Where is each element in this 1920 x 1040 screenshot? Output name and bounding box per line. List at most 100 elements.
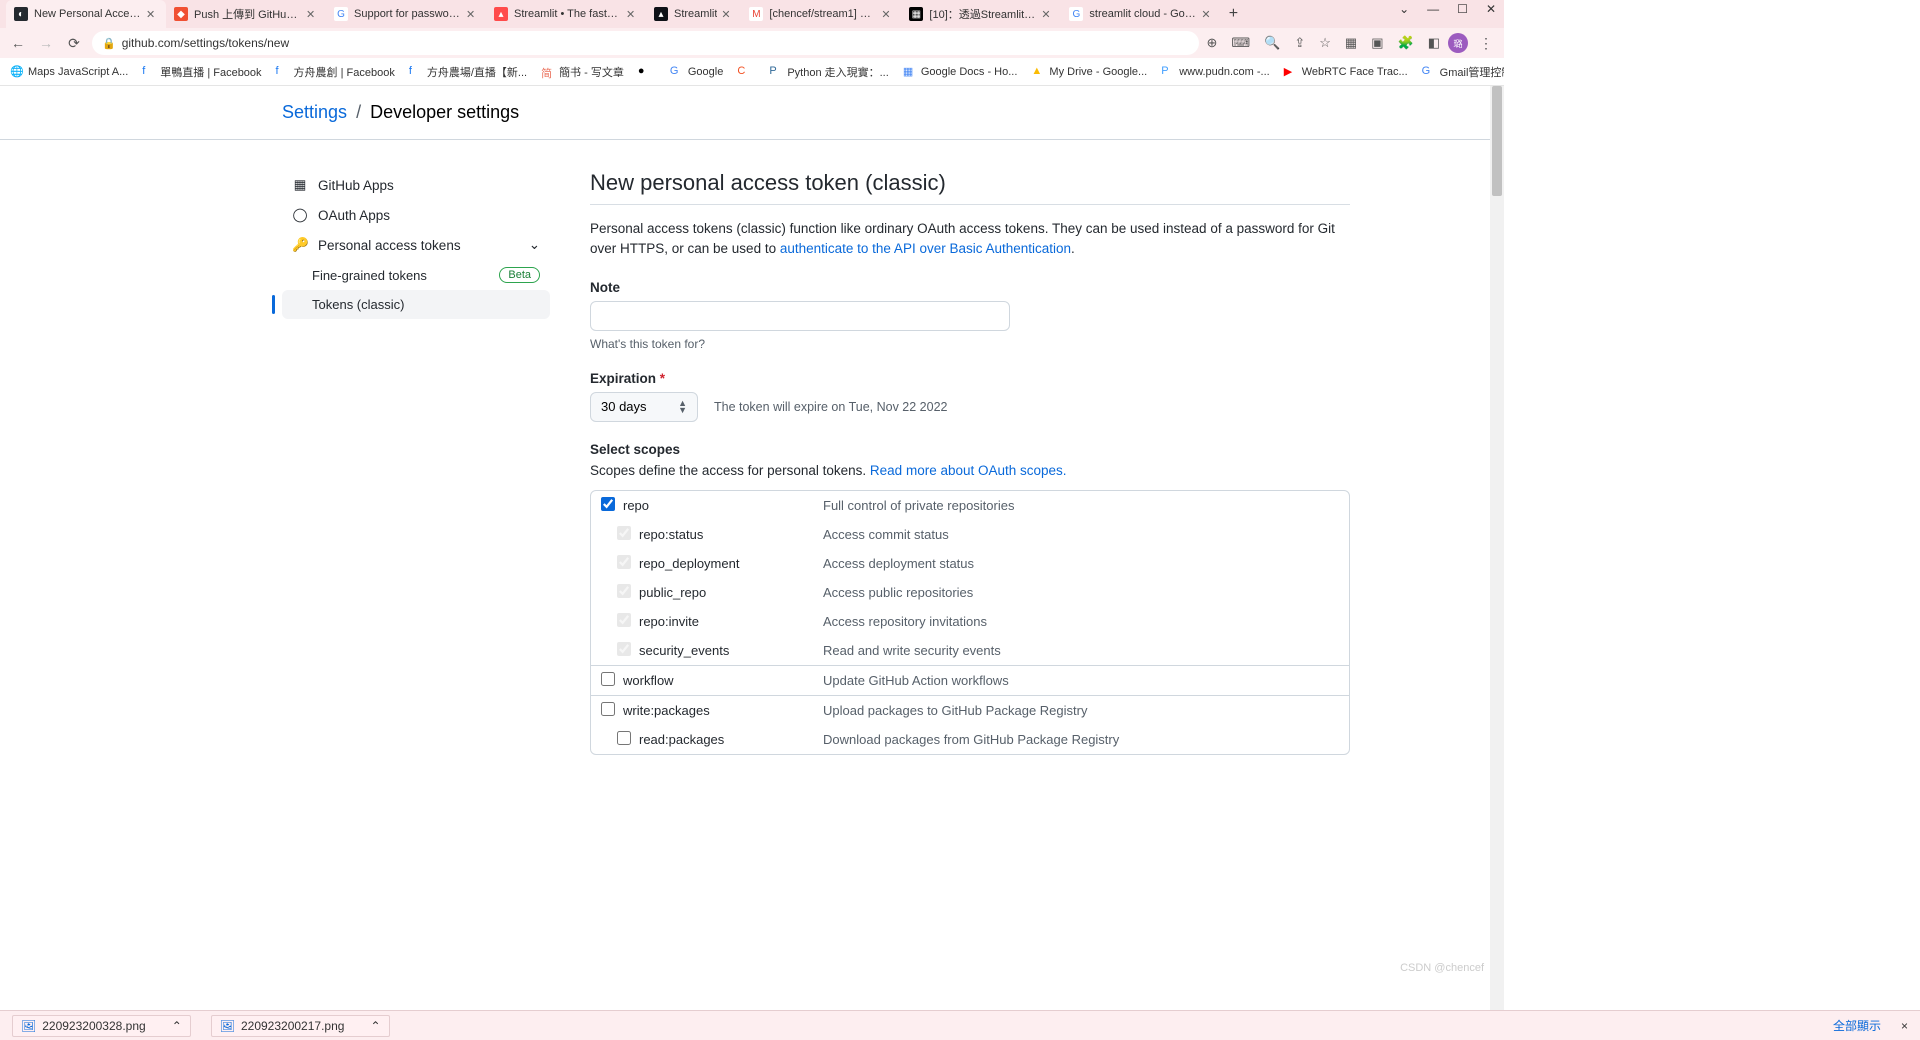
tab-close-icon[interactable]: ✕: [626, 8, 638, 20]
bookmark-item[interactable]: PPython 走入現實：...: [769, 64, 888, 80]
tab-close-icon[interactable]: ✕: [1041, 8, 1053, 20]
scope-name[interactable]: write:packages: [623, 703, 823, 718]
close-download-bar[interactable]: ×: [1901, 1019, 1908, 1033]
window-dropdown-icon[interactable]: ⌄: [1399, 2, 1409, 16]
scope-checkbox[interactable]: [617, 584, 631, 598]
bookmark-item[interactable]: C: [737, 65, 755, 79]
scope-name[interactable]: workflow: [623, 673, 823, 688]
scope-name[interactable]: repo:status: [639, 527, 823, 542]
scopes-link[interactable]: Read more about OAuth scopes.: [870, 463, 1067, 478]
close-window-icon[interactable]: ✕: [1486, 2, 1496, 16]
tab-close-icon[interactable]: ✕: [466, 8, 478, 20]
sidebar-item[interactable]: ▦GitHub Apps: [282, 170, 550, 200]
bookmark-item[interactable]: GGoogle: [670, 65, 723, 79]
maximize-icon[interactable]: ☐: [1457, 2, 1468, 16]
tab-close-icon[interactable]: ✕: [1201, 8, 1213, 20]
tab-favicon: G: [334, 7, 348, 21]
reload-button[interactable]: ⟳: [64, 35, 84, 52]
bookmark-item[interactable]: ▦Google Docs - Ho...: [903, 65, 1018, 79]
sidebar-subitem[interactable]: Fine-grained tokensBeta: [282, 260, 550, 290]
sidebar-subitem[interactable]: Tokens (classic): [282, 290, 550, 319]
tab-close-icon[interactable]: ✕: [881, 8, 893, 20]
minimize-icon[interactable]: —: [1427, 2, 1439, 16]
bookmark-item[interactable]: GGmail管理控制台: [1422, 64, 1504, 80]
scope-checkbox[interactable]: [617, 526, 631, 540]
tab-close-icon[interactable]: ✕: [146, 8, 158, 20]
toolbar-icon[interactable]: ⌨: [1231, 35, 1250, 51]
toolbar-icon[interactable]: ▣: [1371, 35, 1383, 51]
toolbar-icon[interactable]: 🧩: [1398, 35, 1414, 51]
expiration-note: The token will expire on Tue, Nov 22 202…: [714, 400, 947, 414]
bookmark-icon: C: [737, 65, 751, 79]
tab-title: Streamlit • The fastest wa: [514, 8, 622, 20]
toolbar-icon[interactable]: ☆: [1319, 35, 1331, 51]
chevron-up-icon[interactable]: ⌃: [172, 1019, 182, 1033]
scope-name[interactable]: repo_deployment: [639, 556, 823, 571]
toolbar-icon[interactable]: ▦: [1345, 35, 1357, 51]
bookmark-item[interactable]: 🌐Maps JavaScript A...: [10, 65, 128, 79]
scrollbar[interactable]: [1490, 86, 1504, 1010]
tab-title: [chencef/stream1] GitHu: [769, 8, 877, 20]
tab-close-icon[interactable]: ✕: [721, 8, 733, 20]
browser-tab[interactable]: M[chencef/stream1] GitHu✕: [741, 0, 901, 28]
browser-tab[interactable]: ◐New Personal Access Tok✕: [6, 0, 166, 28]
bookmark-item[interactable]: Pwww.pudn.com -...: [1161, 65, 1269, 79]
scope-checkbox[interactable]: [617, 555, 631, 569]
browser-tab[interactable]: GSupport for password au✕: [326, 0, 486, 28]
scope-name[interactable]: security_events: [639, 643, 823, 658]
sidebar-icon: ▦: [292, 177, 308, 193]
menu-icon[interactable]: ⋮: [1476, 35, 1496, 52]
auth-api-link[interactable]: authenticate to the API over Basic Authe…: [780, 241, 1071, 256]
back-button[interactable]: ←: [8, 35, 28, 51]
scope-checkbox[interactable]: [601, 497, 615, 511]
scope-checkbox[interactable]: [617, 731, 631, 745]
show-all-downloads[interactable]: 全部顯示: [1833, 1017, 1881, 1034]
note-input[interactable]: [590, 301, 1010, 331]
toolbar-icon[interactable]: ⇪: [1294, 35, 1305, 51]
bookmark-item[interactable]: f方舟農創 | Facebook: [276, 64, 395, 80]
download-item[interactable]: 🖼220923200328.png⌃: [12, 1015, 191, 1037]
scope-desc: Access deployment status: [823, 556, 974, 571]
scope-checkbox[interactable]: [601, 672, 615, 686]
address-bar[interactable]: 🔒 github.com/settings/tokens/new: [92, 31, 1199, 55]
bookmark-item[interactable]: 简簡书 - 写文章: [541, 64, 624, 80]
toolbar-icon[interactable]: 🔍: [1264, 35, 1280, 51]
browser-tab[interactable]: ▴Streamlit • The fastest wa✕: [486, 0, 646, 28]
chevron-up-icon[interactable]: ⌃: [370, 1019, 380, 1033]
bookmark-item[interactable]: ●: [638, 65, 656, 79]
bookmark-item[interactable]: f單鴨直播 | Facebook: [142, 64, 261, 80]
new-tab-button[interactable]: +: [1221, 5, 1245, 23]
download-item[interactable]: 🖼220923200217.png⌃: [211, 1015, 390, 1037]
toolbar-icon[interactable]: ◧: [1428, 35, 1440, 51]
scope-checkbox[interactable]: [617, 613, 631, 627]
browser-tab[interactable]: ◆Push 上傳到 GitHub - 為✕: [166, 0, 326, 28]
bookmark-icon: f: [142, 65, 156, 79]
bookmark-item[interactable]: ▲My Drive - Google...: [1031, 65, 1147, 79]
bookmark-label: WebRTC Face Trac...: [1302, 66, 1408, 78]
bookmark-label: 簡书 - 写文章: [559, 64, 624, 80]
breadcrumb-settings-link[interactable]: Settings: [282, 102, 347, 122]
breadcrumb-current: Developer settings: [370, 102, 519, 122]
expiration-select[interactable]: 30 days ▲▼: [590, 392, 698, 422]
bookmark-item[interactable]: ▶WebRTC Face Trac...: [1284, 65, 1408, 79]
browser-tab[interactable]: ▴Streamlit✕: [646, 0, 741, 28]
toolbar-icon[interactable]: ⊕: [1207, 35, 1218, 51]
bookmark-item[interactable]: f方舟農場/直播【新...: [409, 64, 527, 80]
browser-tab[interactable]: Gstreamlit cloud - Google✕: [1061, 0, 1221, 28]
bookmark-label: Python 走入現實：...: [787, 64, 888, 80]
scope-name[interactable]: public_repo: [639, 585, 823, 600]
file-icon: 🖼: [220, 1019, 235, 1033]
scope-name[interactable]: repo:invite: [639, 614, 823, 629]
bookmark-label: www.pudn.com -...: [1179, 66, 1269, 78]
sidebar-item[interactable]: 🔑Personal access tokens⌄: [282, 230, 550, 260]
profile-avatar[interactable]: 璐: [1448, 33, 1468, 53]
sidebar-item[interactable]: ◯OAuth Apps: [282, 200, 550, 230]
scope-name[interactable]: repo: [623, 498, 823, 513]
bookmark-bar: 🌐Maps JavaScript A... f單鴨直播 | Facebook f方舟…: [0, 58, 1504, 86]
tab-close-icon[interactable]: ✕: [306, 8, 318, 20]
browser-tab[interactable]: ▦[10]：透過Streamlit Clou✕: [901, 0, 1061, 28]
forward-button[interactable]: →: [36, 35, 56, 51]
scope-checkbox[interactable]: [601, 702, 615, 716]
scope-checkbox[interactable]: [617, 642, 631, 656]
scope-name[interactable]: read:packages: [639, 732, 823, 747]
